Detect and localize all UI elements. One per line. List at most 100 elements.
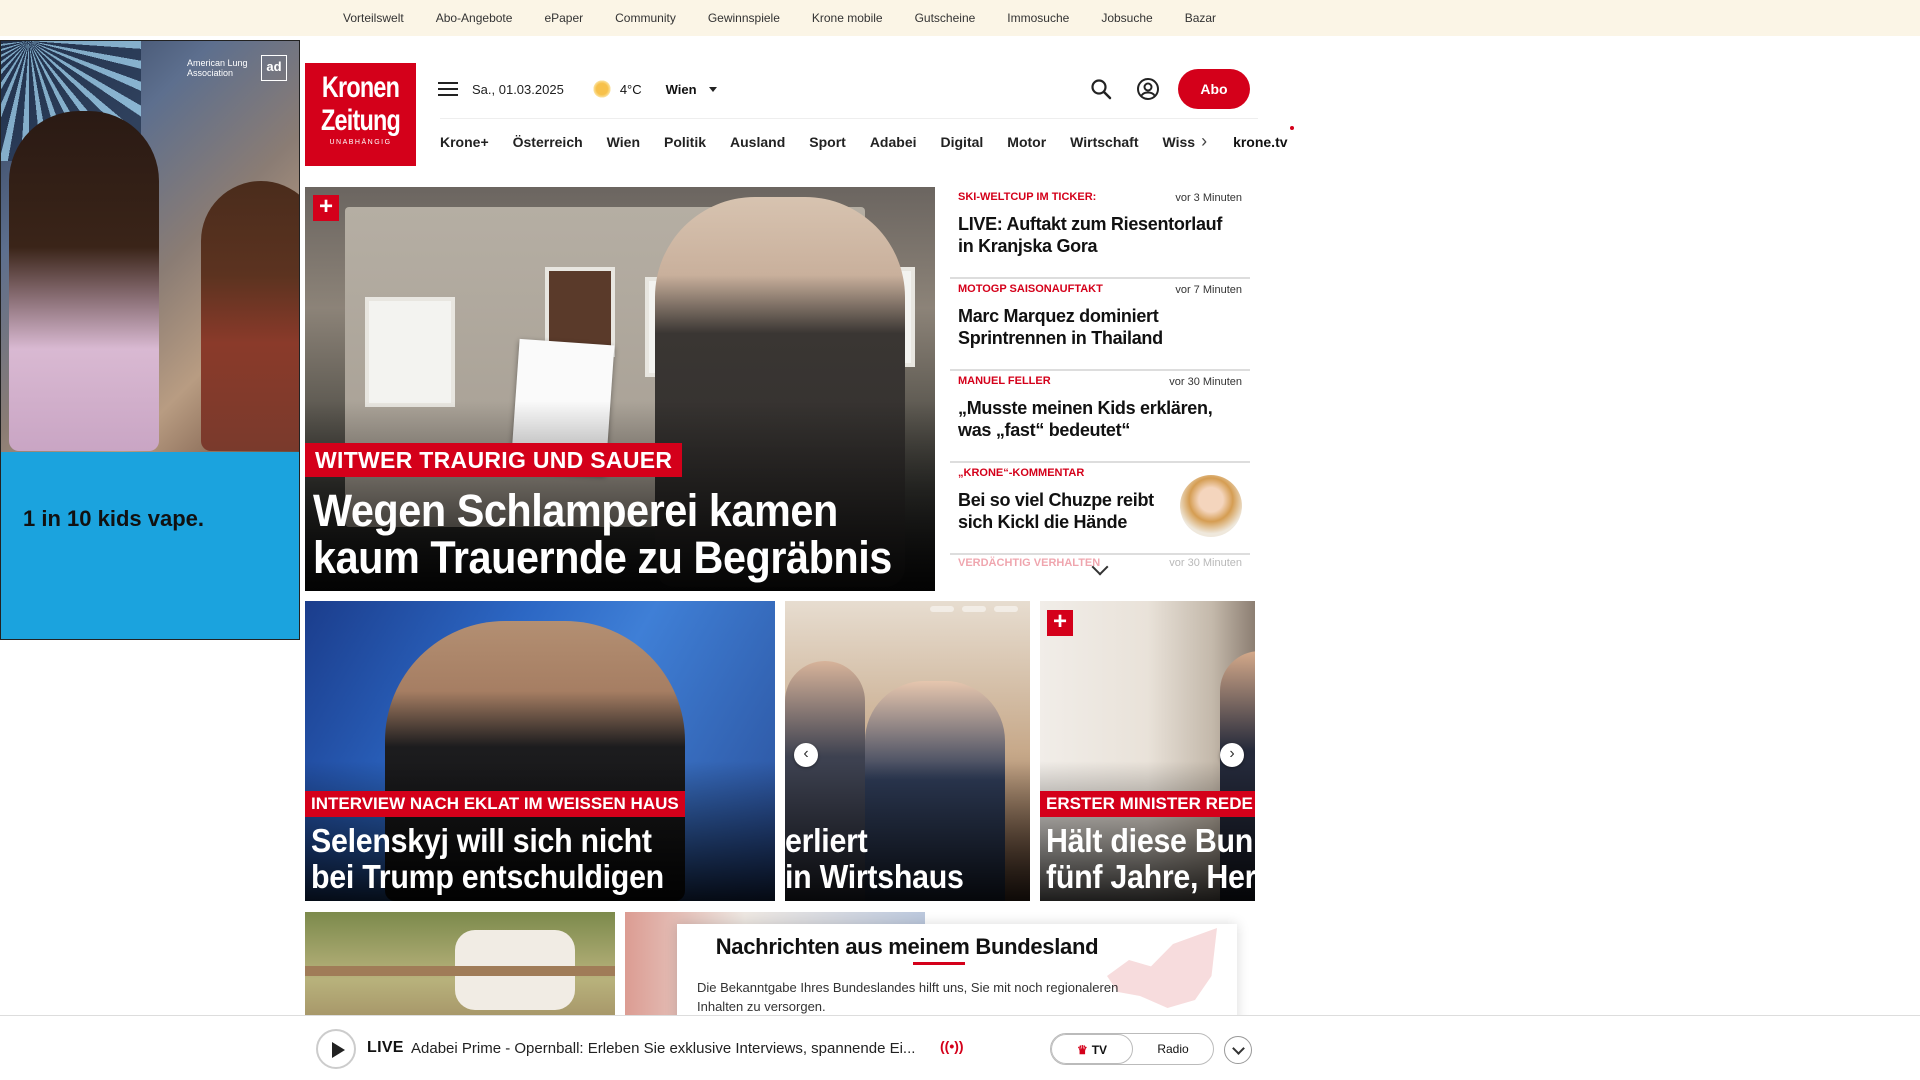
link-community[interactable]: Community bbox=[615, 11, 676, 25]
ticker-time: vor 30 Minuten bbox=[1169, 557, 1242, 569]
link-epaper[interactable]: ePaper bbox=[544, 11, 583, 25]
tile-headline: Hält diese Bun fünf Jahre, Her bbox=[1046, 823, 1255, 895]
sun-icon bbox=[591, 79, 612, 99]
ad-person-left bbox=[9, 111, 159, 451]
live-label: LIVE bbox=[367, 1039, 404, 1056]
ticker-more: VERDÄCHTIG VERHALTEN vor 30 Minuten bbox=[950, 555, 1250, 587]
play-icon[interactable] bbox=[316, 1029, 356, 1069]
ticker-item[interactable]: MANUEL FELLER vor 30 Minuten „Musste mei… bbox=[950, 371, 1250, 463]
nav-item-ausland[interactable]: Ausland bbox=[730, 134, 785, 150]
popup-title-underline bbox=[913, 962, 965, 965]
link-bazar[interactable]: Bazar bbox=[1185, 11, 1216, 25]
news-ticker: SKI-WELTCUP IM TICKER: vor 3 Minuten LIV… bbox=[950, 187, 1250, 587]
nav-item-wien[interactable]: Wien bbox=[607, 134, 640, 150]
tile-headline-line2: bei Trump entschuldigen bbox=[311, 858, 664, 895]
broadcast-icon: ((•)) bbox=[940, 1038, 964, 1054]
hamburger-menu-icon[interactable] bbox=[438, 82, 458, 96]
tv-label: TV bbox=[1091, 1043, 1108, 1057]
carousel-next-icon[interactable]: › bbox=[1220, 743, 1244, 767]
logo-line1: Kronen bbox=[321, 71, 400, 104]
hero-article[interactable]: + WITWER TRAURIG UND SAUER Wegen Schlamp… bbox=[305, 187, 935, 591]
tile-headline-line1: erliert bbox=[785, 822, 868, 859]
logo-line2: Zeitung bbox=[320, 104, 401, 137]
carousel-prev-icon[interactable]: ‹ bbox=[794, 743, 818, 767]
crown-icon: ♛ bbox=[1076, 1043, 1088, 1057]
top-utility-links: Vorteilswelt Abo-Angebote ePaper Communi… bbox=[343, 0, 1248, 36]
abo-button[interactable]: Abo bbox=[1178, 69, 1250, 109]
nav-item-adabei[interactable]: Adabei bbox=[870, 134, 917, 150]
link-krone-mobile[interactable]: Krone mobile bbox=[812, 11, 883, 25]
tile-headline: erliert in Wirtshaus bbox=[785, 823, 964, 895]
top-utility-bar: Vorteilswelt Abo-Angebote ePaper Communi… bbox=[0, 0, 1920, 36]
live-player-bar: LIVE Adabei Prime - Opernball: Erleben S… bbox=[0, 1015, 1920, 1080]
link-gutscheine[interactable]: Gutscheine bbox=[915, 11, 976, 25]
ticker-item[interactable]: SKI-WELTCUP IM TICKER: vor 3 Minuten LIV… bbox=[950, 187, 1250, 279]
nav-item-wirtschaft[interactable]: Wirtschaft bbox=[1070, 134, 1138, 150]
nav-item-oesterreich[interactable]: Österreich bbox=[513, 134, 583, 150]
ticker-time: vor 7 Minuten bbox=[1175, 284, 1242, 296]
window bbox=[365, 297, 455, 407]
link-abo-angebote[interactable]: Abo-Angebote bbox=[436, 11, 513, 25]
author-avatar bbox=[1180, 475, 1242, 537]
header-row: Sa., 01.03.2025 4°C Wien bbox=[438, 72, 717, 106]
nav-item-krone-plus[interactable]: Krone+ bbox=[440, 134, 489, 150]
ticker-kicker: VERDÄCHTIG VERHALTEN bbox=[958, 557, 1101, 569]
tv-toggle[interactable]: ♛ TV bbox=[1051, 1034, 1133, 1064]
tile-kicker: ERSTER MINISTER REDE bbox=[1040, 791, 1255, 817]
nav-item-krone-tv[interactable]: krone.tv bbox=[1233, 125, 1295, 150]
link-immosuche[interactable]: Immosuche bbox=[1007, 11, 1069, 25]
logo-tagline: UNABHÄNGIG bbox=[329, 139, 392, 146]
nav-item-digital[interactable]: Digital bbox=[941, 134, 984, 150]
tile-headline: Selenskyj will sich nicht bei Trump ents… bbox=[311, 823, 664, 895]
ticker-title: „Musste meinen Kids erklären, was „fast“… bbox=[958, 398, 1213, 440]
search-icon[interactable] bbox=[1090, 78, 1112, 100]
ticker-item[interactable]: „KRONE“-KOMMENTAR Bei so viel Chuzpe rei… bbox=[950, 463, 1250, 555]
ticker-time: vor 3 Minuten bbox=[1175, 192, 1242, 204]
nav-item-sport[interactable]: Sport bbox=[809, 134, 846, 150]
tile-headline-line1: Selenskyj will sich nicht bbox=[311, 822, 652, 859]
hero-headline[interactable]: Wegen Schlamperei kamen kaum Trauernde z… bbox=[313, 487, 892, 581]
article-tile[interactable]: INTERVIEW NACH EKLAT IM WEISSEN HAUS Sel… bbox=[305, 601, 775, 901]
krone-plus-icon: + bbox=[1047, 610, 1073, 636]
krone-plus-icon: + bbox=[313, 195, 339, 221]
radio-toggle[interactable]: Radio bbox=[1133, 1034, 1213, 1064]
link-gewinnspiele[interactable]: Gewinnspiele bbox=[708, 11, 780, 25]
krone-logo[interactable]: Kronen Zeitung UNABHÄNGIG bbox=[305, 63, 416, 166]
city-selector[interactable]: Wien bbox=[666, 82, 697, 97]
header-date: Sa., 01.03.2025 bbox=[472, 81, 564, 97]
article-tile[interactable]: erliert in Wirtshaus bbox=[785, 601, 1030, 901]
user-account-icon[interactable] bbox=[1136, 77, 1160, 101]
popup-title: Nachrichten aus meinem Bundesland bbox=[715, 934, 1099, 959]
ad-photo: American Lung Association ad bbox=[1, 41, 299, 452]
tv-radio-toggle: ♛ TV Radio bbox=[1050, 1033, 1214, 1065]
ad-text: 1 in 10 kids vape. bbox=[23, 506, 204, 531]
popup-text: Die Bekanntgabe Ihres Bundeslandes hilft… bbox=[697, 980, 1119, 1014]
ticker-title: Marc Marquez dominiert Sprintrennen in T… bbox=[958, 306, 1163, 348]
header-icons bbox=[1090, 72, 1160, 106]
main-nav: Krone+ Österreich Wien Politik Ausland S… bbox=[440, 118, 1295, 164]
nav-item-politik[interactable]: Politik bbox=[664, 134, 706, 150]
hero-headline-line1: Wegen Schlamperei kamen bbox=[313, 485, 838, 536]
ad-council-logo: ad bbox=[261, 55, 287, 81]
ticker-item[interactable]: MOTOGP SAISONAUFTAKT vor 7 Minuten Marc … bbox=[950, 279, 1250, 371]
tile-kicker: INTERVIEW NACH EKLAT IM WEISSEN HAUS bbox=[305, 791, 685, 817]
expand-player-icon[interactable] bbox=[1224, 1036, 1252, 1064]
ad-text-panel: 1 in 10 kids vape. bbox=[1, 452, 299, 639]
ticker-title: Bei so viel Chuzpe reibt sich Kickl die … bbox=[958, 490, 1154, 532]
ticker-title: LIVE: Auftakt zum Riesentorlauf in Kranj… bbox=[958, 214, 1223, 256]
tile-headline-line2: in Wirtshaus bbox=[785, 858, 964, 895]
link-jobsuche[interactable]: Jobsuche bbox=[1101, 11, 1152, 25]
chevron-down-icon[interactable] bbox=[708, 86, 717, 92]
header-temperature: 4°C bbox=[619, 81, 642, 97]
tile-photo bbox=[305, 966, 615, 976]
tile-headline-line2: fünf Jahre, Her bbox=[1046, 858, 1255, 895]
chevron-right-icon[interactable]: › bbox=[1201, 131, 1207, 152]
tile-headline-line1: Hält diese Bun bbox=[1046, 822, 1254, 859]
player-title[interactable]: Adabei Prime - Opernball: Erleben Sie ex… bbox=[411, 1040, 915, 1057]
nav-item-motor[interactable]: Motor bbox=[1007, 134, 1046, 150]
ad-banner[interactable]: American Lung Association ad 1 in 10 kid… bbox=[0, 40, 300, 640]
ad-logos: American Lung Association ad bbox=[187, 55, 287, 81]
ad-person-right bbox=[201, 181, 299, 451]
nav-item-wissen[interactable]: Wiss bbox=[1163, 134, 1196, 150]
link-vorteilswelt[interactable]: Vorteilswelt bbox=[343, 11, 404, 25]
